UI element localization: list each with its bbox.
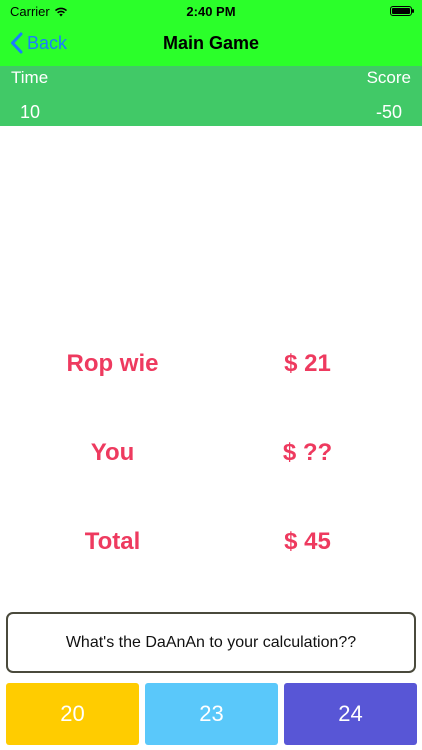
score-label: Score (366, 68, 411, 87)
answer-button-2[interactable]: 23 (145, 683, 278, 745)
status-bar: Carrier 2:40 PM (0, 0, 422, 22)
page-title: Main Game (162, 33, 260, 53)
row-label-3: Total (84, 528, 141, 555)
scoreboard: Time Score 10 -50 (0, 66, 422, 126)
row-amount-3: $ 45 (284, 528, 331, 555)
battery-icon (390, 6, 414, 16)
navigation-bar: Back Main Game (0, 22, 422, 66)
answer-button-1[interactable]: 20 (6, 683, 139, 745)
time-label: Time (11, 68, 49, 87)
row-amount-2: $ ?? (282, 439, 333, 466)
question-text: What's the DaAnAn to your calculation?? (65, 633, 357, 651)
answer-label-3: 24 (338, 701, 363, 726)
row-amount-1: $ 21 (284, 350, 331, 377)
row-label-1: Rop wie (66, 350, 159, 377)
answer-button-3[interactable]: 24 (284, 683, 417, 745)
score-value: -50 (375, 102, 402, 122)
row-label-2: You (90, 439, 135, 466)
top-bar: Carrier 2:40 PM Back Main Game (0, 0, 422, 66)
answer-label-1: 20 (60, 701, 85, 726)
answer-label-2: 23 (199, 701, 224, 726)
question-box: What's the DaAnAn to your calculation?? (6, 612, 416, 673)
battery-fill (392, 8, 410, 14)
status-time: 2:40 PM (186, 4, 236, 19)
time-value: 10 (20, 102, 41, 122)
